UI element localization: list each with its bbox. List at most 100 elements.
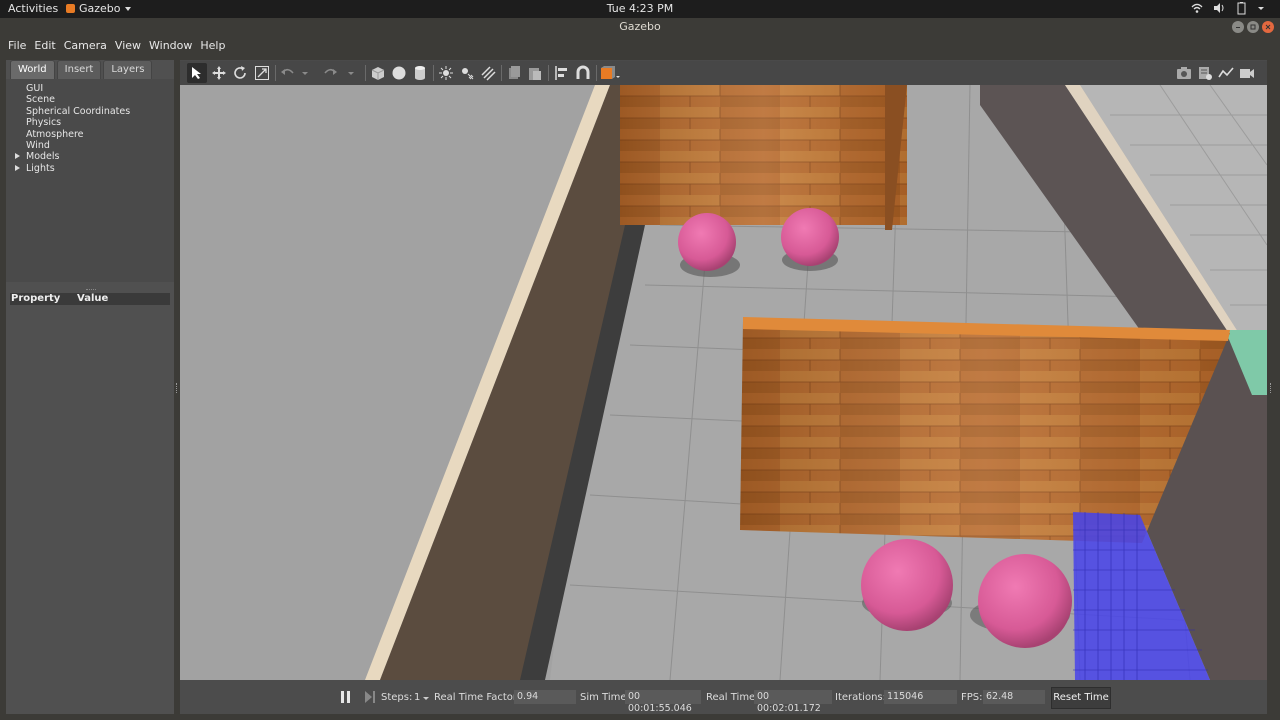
tab-insert[interactable]: Insert [56, 60, 102, 79]
sphere-shape-icon[interactable] [391, 65, 407, 81]
tree-item-label: Lights [26, 162, 55, 174]
tab-world[interactable]: World [10, 60, 55, 79]
pause-icon[interactable] [338, 689, 354, 705]
battery-icon[interactable] [1234, 1, 1248, 15]
menu-window[interactable]: Window [145, 36, 196, 56]
left-panel: World Insert Layers GUI Scene Spherical … [6, 60, 174, 714]
select-mode-button[interactable] [187, 63, 207, 83]
sim-time-value: 00 00:01:55.046 [625, 690, 701, 714]
menubar: File Edit Camera View Window Help [0, 36, 1280, 56]
paste-icon[interactable] [527, 65, 543, 81]
spot-light-icon[interactable] [459, 65, 475, 81]
sphere-model [978, 554, 1072, 648]
tree-item-label: GUI [26, 83, 44, 94]
tree-item-scene[interactable]: Scene [6, 94, 174, 105]
world-tree: GUI Scene Spherical Coordinates Physics … [6, 79, 174, 282]
real-time-factor-value: 0.94 [514, 690, 576, 704]
panel-splitter-handle[interactable] [86, 289, 96, 291]
iterations-label: Iterations: [835, 692, 886, 703]
system-top-bar: Activities Gazebo Tue 4:23 PM [0, 0, 1280, 18]
change-view-angle-icon[interactable] [600, 65, 622, 81]
toolbar-separator [433, 65, 434, 81]
menu-view[interactable]: View [111, 36, 145, 56]
tree-item-lights[interactable]: Lights [6, 163, 174, 174]
left-panel-tabs: World Insert Layers [6, 60, 174, 79]
steps-spinbox[interactable]: 1 [414, 692, 420, 703]
video-record-icon[interactable] [1239, 65, 1255, 81]
toolbar-separator [596, 65, 597, 81]
steps-label: Steps: [381, 692, 413, 703]
screenshot-camera-icon[interactable] [1176, 65, 1192, 81]
redo-icon[interactable] [322, 65, 338, 81]
real-time-value: 00 00:02:01.172 [754, 690, 832, 714]
chevron-down-icon[interactable] [301, 65, 309, 81]
tree-item-label: Scene [26, 94, 55, 106]
tree-item-gui[interactable]: GUI [6, 83, 174, 94]
volume-icon[interactable] [1212, 1, 1226, 15]
tab-layers[interactable]: Layers [103, 60, 153, 79]
plot-icon[interactable] [1218, 65, 1234, 81]
tree-item-label: Models [26, 151, 60, 163]
tree-item-label: Spherical Coordinates [26, 105, 131, 117]
rotate-mode-button[interactable] [232, 65, 248, 81]
tree-item-physics[interactable]: Physics [6, 117, 174, 128]
bottom-status-bar: Steps: 1 Real Time Factor: 0.94 Sim Time… [180, 680, 1267, 714]
snap-magnet-icon[interactable] [575, 65, 591, 81]
log-data-icon[interactable] [1197, 65, 1213, 81]
tree-item-atmosphere[interactable]: Atmosphere [6, 129, 174, 140]
tree-item-label: Atmosphere [26, 128, 84, 140]
sphere-model [781, 208, 839, 266]
menu-help[interactable]: Help [196, 36, 229, 56]
sphere-model [678, 213, 736, 271]
chevron-down-icon[interactable] [423, 697, 429, 700]
right-panel-resize-handle[interactable] [1270, 383, 1272, 393]
scene-toolbar [180, 61, 1267, 85]
box-shape-icon[interactable] [370, 65, 386, 81]
maximize-button[interactable] [1247, 21, 1259, 33]
tree-item-models[interactable]: Models [6, 151, 174, 162]
reset-time-button[interactable]: Reset Time [1051, 687, 1111, 709]
chevron-down-icon[interactable] [1256, 1, 1270, 15]
step-forward-icon[interactable] [362, 689, 378, 705]
copy-icon[interactable] [506, 65, 522, 81]
fps-value: 62.48 [983, 690, 1045, 704]
directional-light-icon[interactable] [480, 65, 496, 81]
menu-camera[interactable]: Camera [60, 36, 111, 56]
toolbar-separator [501, 65, 502, 81]
value-column-header[interactable]: Value [77, 293, 108, 305]
tree-item-label: Physics [26, 117, 62, 129]
align-icon[interactable] [554, 65, 570, 81]
real-time-label: Real Time: [706, 692, 759, 703]
clock[interactable]: Tue 4:23 PM [0, 2, 1280, 15]
menu-edit[interactable]: Edit [30, 36, 59, 56]
undo-icon[interactable] [280, 65, 296, 81]
translate-mode-button[interactable] [211, 65, 227, 81]
cylinder-shape-icon[interactable] [412, 65, 428, 81]
expand-arrow-icon[interactable] [15, 164, 20, 171]
real-time-factor-label: Real Time Factor: [434, 692, 521, 703]
scale-mode-button[interactable] [254, 65, 270, 81]
wifi-icon[interactable] [1190, 1, 1204, 15]
3d-scene-view[interactable] [180, 85, 1267, 680]
point-light-icon[interactable] [438, 65, 454, 81]
toolbar-separator [548, 65, 549, 81]
left-panel-resize-handle[interactable] [176, 383, 178, 393]
menu-file[interactable]: File [4, 36, 30, 56]
sim-time-label: Sim Time: [580, 692, 630, 703]
fps-label: FPS: [961, 692, 983, 703]
tree-item-spherical-coordinates[interactable]: Spherical Coordinates [6, 106, 174, 117]
property-table-header: Property Value [10, 293, 170, 305]
window-titlebar: Gazebo [0, 18, 1280, 36]
close-button[interactable] [1262, 21, 1274, 33]
iterations-value: 115046 [884, 690, 957, 704]
property-column-header[interactable]: Property [10, 293, 77, 305]
toolbar-separator [365, 65, 366, 81]
system-tray[interactable] [1190, 1, 1270, 15]
toolbar-separator [275, 65, 276, 81]
tree-item-wind[interactable]: Wind [6, 140, 174, 151]
tree-item-label: Wind [26, 139, 50, 151]
chevron-down-icon[interactable] [347, 65, 355, 81]
expand-arrow-icon[interactable] [15, 153, 20, 160]
sphere-model [861, 539, 953, 631]
minimize-button[interactable] [1232, 21, 1244, 33]
